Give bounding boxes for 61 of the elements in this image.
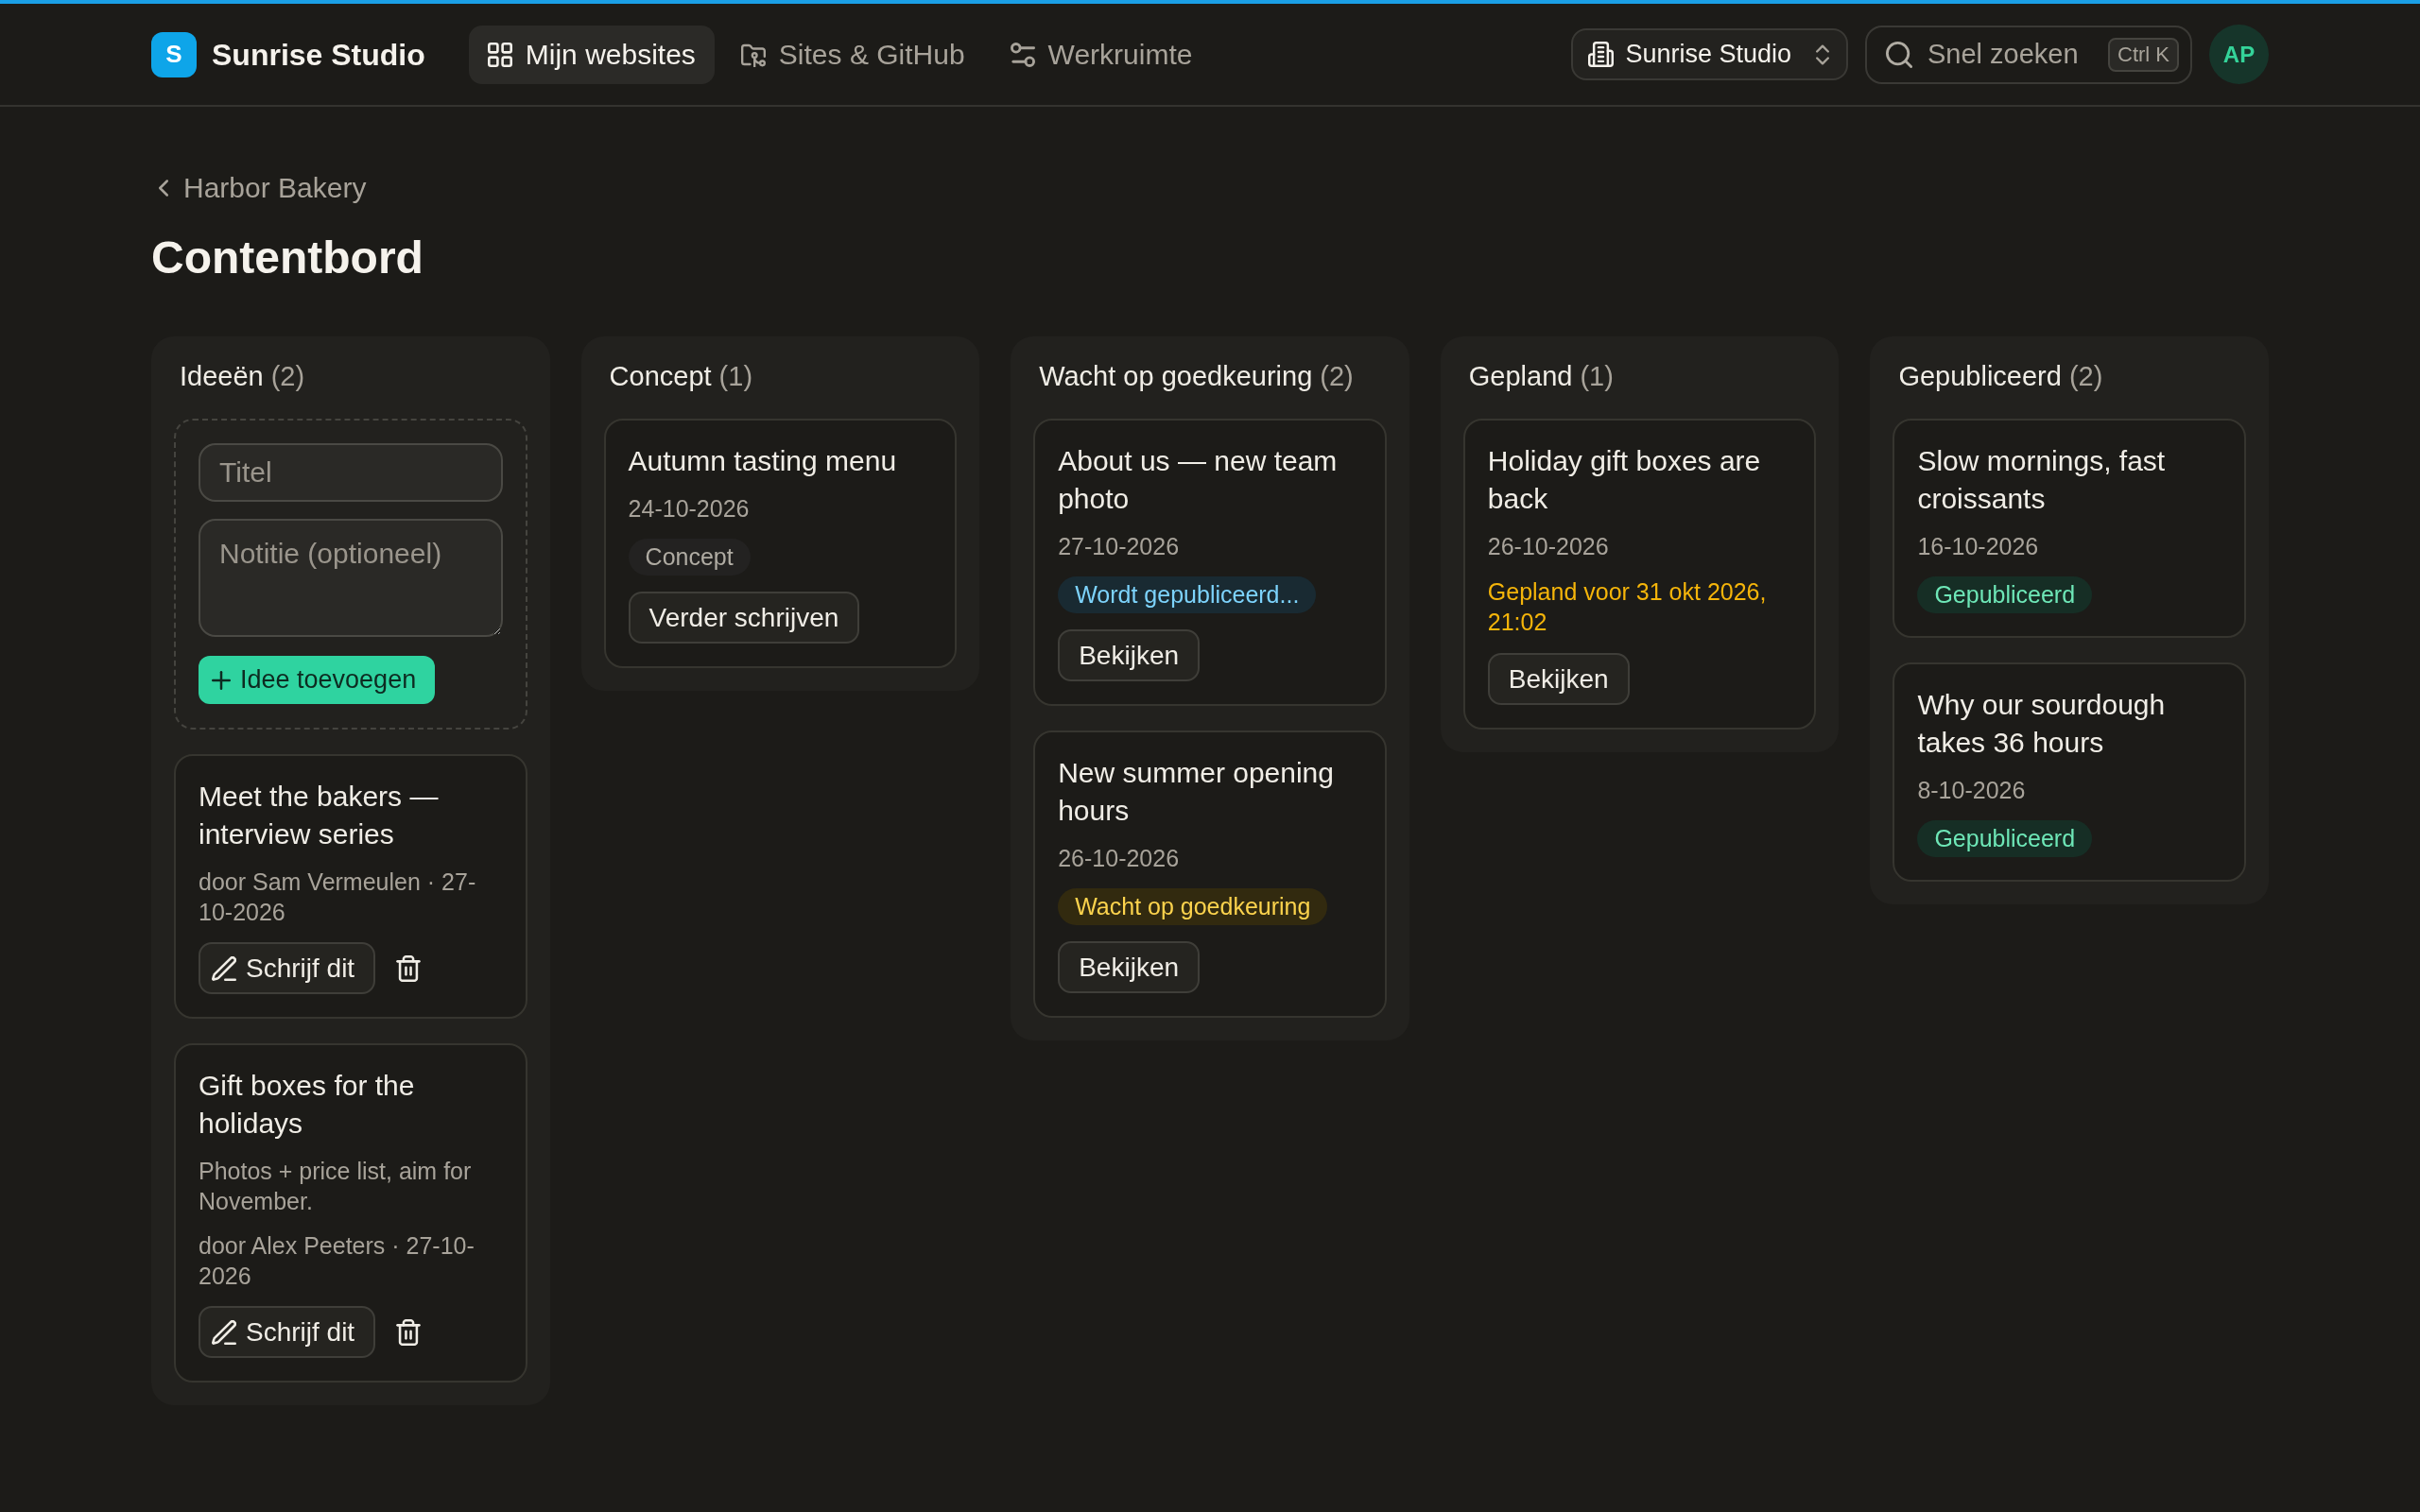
folder-icon (740, 42, 766, 67)
column-title: Concept (609, 361, 712, 391)
note-input[interactable]: Notitie (optioneel) (199, 519, 503, 637)
back-link[interactable]: Harbor Bakery (151, 171, 367, 205)
card-title: Autumn tasting menu (628, 444, 897, 478)
nav-tab[interactable]: Sites & GitHub (721, 25, 984, 84)
column-count: (1) (1580, 361, 1614, 391)
card-title: About us — new team photo (1058, 444, 1339, 516)
plus-icon (212, 670, 231, 690)
card-title: Meet the bakers — interview series (199, 780, 440, 851)
schedule-text: Gepland voor 31 okt 2026, 21:02 (1487, 577, 1768, 637)
column-title: Gepubliceerd (1898, 361, 2062, 391)
trash-icon[interactable] (396, 954, 422, 982)
building-icon (1588, 42, 1615, 67)
logo-tile: S (151, 31, 197, 77)
column-count: (2) (270, 361, 305, 391)
card-date: 24-10-2026 (628, 494, 750, 524)
card-title: New summer opening hours (1058, 756, 1335, 828)
search-icon (1886, 41, 1912, 68)
card-action-button[interactable]: Verder schrijven (628, 592, 860, 644)
workspace-switcher[interactable]: Sunrise Studio (1571, 28, 1848, 80)
nav-tab[interactable]: Werkruimte (991, 25, 1212, 84)
card-title: Gift boxes for the holidays (199, 1069, 416, 1141)
pencil-icon (212, 1319, 236, 1345)
card-action-button[interactable]: Bekijken (1058, 629, 1201, 681)
column-title: Wacht op goedkeuring (1039, 361, 1313, 391)
trash-icon[interactable] (396, 1318, 422, 1346)
column-title: Ideeën (180, 361, 264, 391)
write-button[interactable]: Schrijf dit (199, 1306, 376, 1358)
title-input[interactable]: Titel (199, 443, 503, 502)
card-meta: door Sam Vermeulen · 27-10-2026 (199, 868, 477, 927)
status-badge: Wordt gepubliceerd... (1058, 576, 1317, 613)
sliders-icon (1010, 42, 1035, 67)
brand-name: Sunrise Studio (212, 36, 425, 74)
status-badge: Gepubliceerd (1917, 820, 2093, 857)
card-action-button[interactable]: Bekijken (1058, 941, 1201, 993)
pencil-icon (212, 955, 236, 981)
page-title: Contentbord (151, 232, 424, 284)
chevron-left-icon (159, 180, 168, 197)
chevron-up-down-icon (1816, 43, 1829, 65)
card-meta: door Alex Peeters · 27-10-2026 (199, 1231, 475, 1291)
card-action-button[interactable]: Bekijken (1487, 653, 1630, 705)
nav-tab[interactable]: Mijn websites (468, 25, 715, 84)
status-badge: Concept (628, 539, 751, 576)
card-title: Holiday gift boxes are back (1487, 444, 1762, 516)
shortcut-hint: Ctrl K (2108, 37, 2179, 72)
column-count: (2) (2068, 361, 2103, 391)
card-date: 8-10-2026 (1917, 776, 2026, 805)
card-title: Why our sourdough takes 36 hours (1917, 688, 2167, 760)
card-note: Photos + price list, aim for November. (199, 1157, 473, 1216)
status-badge: Wacht op goedkeuring (1058, 888, 1328, 925)
card-date: 26-10-2026 (1487, 532, 1609, 561)
grid-icon (487, 42, 512, 67)
column-count: (2) (1320, 361, 1354, 391)
add-idea-button[interactable]: Idee toevoegen (199, 656, 436, 704)
column-count: (1) (718, 361, 753, 391)
user-avatar[interactable]: AP (2209, 25, 2269, 84)
card-date: 27-10-2026 (1058, 532, 1180, 561)
column-title: Gepland (1468, 361, 1573, 391)
card-date: 26-10-2026 (1058, 844, 1180, 873)
write-button[interactable]: Schrijf dit (199, 942, 376, 994)
